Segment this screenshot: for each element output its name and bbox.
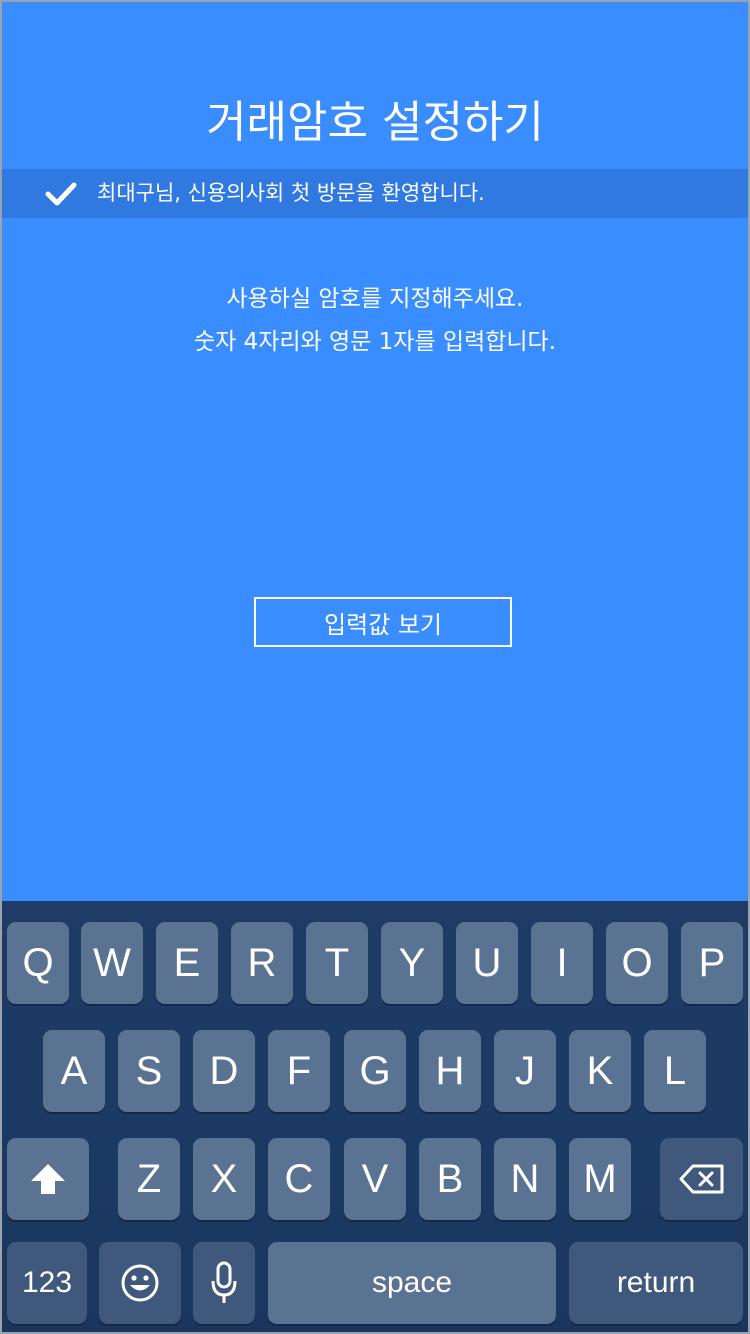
space-key[interactable]: space	[268, 1242, 556, 1324]
key-g[interactable]: G	[344, 1030, 406, 1112]
key-u[interactable]: U	[456, 922, 518, 1004]
microphone-icon	[211, 1261, 237, 1303]
key-a[interactable]: A	[43, 1030, 105, 1112]
key-o[interactable]: O	[606, 922, 668, 1004]
emoji-icon	[121, 1264, 159, 1302]
show-input-button[interactable]: 입력값 보기	[254, 597, 512, 647]
key-p[interactable]: P	[681, 922, 743, 1004]
check-icon	[45, 182, 77, 206]
keyboard: Q W E R T Y U I O P A S D F G H J K L Z …	[0, 901, 750, 1334]
key-x[interactable]: X	[193, 1138, 255, 1220]
backspace-icon	[679, 1164, 723, 1194]
shift-key[interactable]	[7, 1138, 89, 1220]
key-y[interactable]: Y	[381, 922, 443, 1004]
key-d[interactable]: D	[193, 1030, 255, 1112]
key-t[interactable]: T	[306, 922, 368, 1004]
emoji-key[interactable]	[99, 1242, 181, 1324]
key-h[interactable]: H	[419, 1030, 481, 1112]
return-key[interactable]: return	[569, 1242, 743, 1324]
key-z[interactable]: Z	[118, 1138, 180, 1220]
welcome-message: 최대구님, 신용의사회 첫 방문을 환영합니다.	[97, 181, 485, 205]
key-i[interactable]: I	[531, 922, 593, 1004]
key-f[interactable]: F	[268, 1030, 330, 1112]
key-n[interactable]: N	[494, 1138, 556, 1220]
key-j[interactable]: J	[494, 1030, 556, 1112]
shift-arrow-icon	[31, 1164, 65, 1194]
key-c[interactable]: C	[268, 1138, 330, 1220]
key-s[interactable]: S	[118, 1030, 180, 1112]
key-q[interactable]: Q	[7, 922, 69, 1004]
microphone-key[interactable]	[193, 1242, 255, 1324]
key-r[interactable]: R	[231, 922, 293, 1004]
delete-key[interactable]	[660, 1138, 743, 1220]
key-l[interactable]: L	[644, 1030, 706, 1112]
instruction-line-2: 숫자 4자리와 영문 1자를 입력합니다.	[193, 329, 557, 355]
welcome-banner: 최대구님, 신용의사회 첫 방문을 환영합니다.	[0, 169, 750, 218]
key-e[interactable]: E	[156, 922, 218, 1004]
numbers-key[interactable]: 123	[7, 1242, 87, 1324]
key-b[interactable]: B	[419, 1138, 481, 1220]
key-w[interactable]: W	[81, 922, 143, 1004]
key-m[interactable]: M	[569, 1138, 631, 1220]
instruction-line-1: 사용하실 암호를 지정해주세요.	[226, 286, 524, 312]
key-v[interactable]: V	[344, 1138, 406, 1220]
page-title: 거래암호 설정하기	[206, 97, 544, 148]
key-k[interactable]: K	[569, 1030, 631, 1112]
